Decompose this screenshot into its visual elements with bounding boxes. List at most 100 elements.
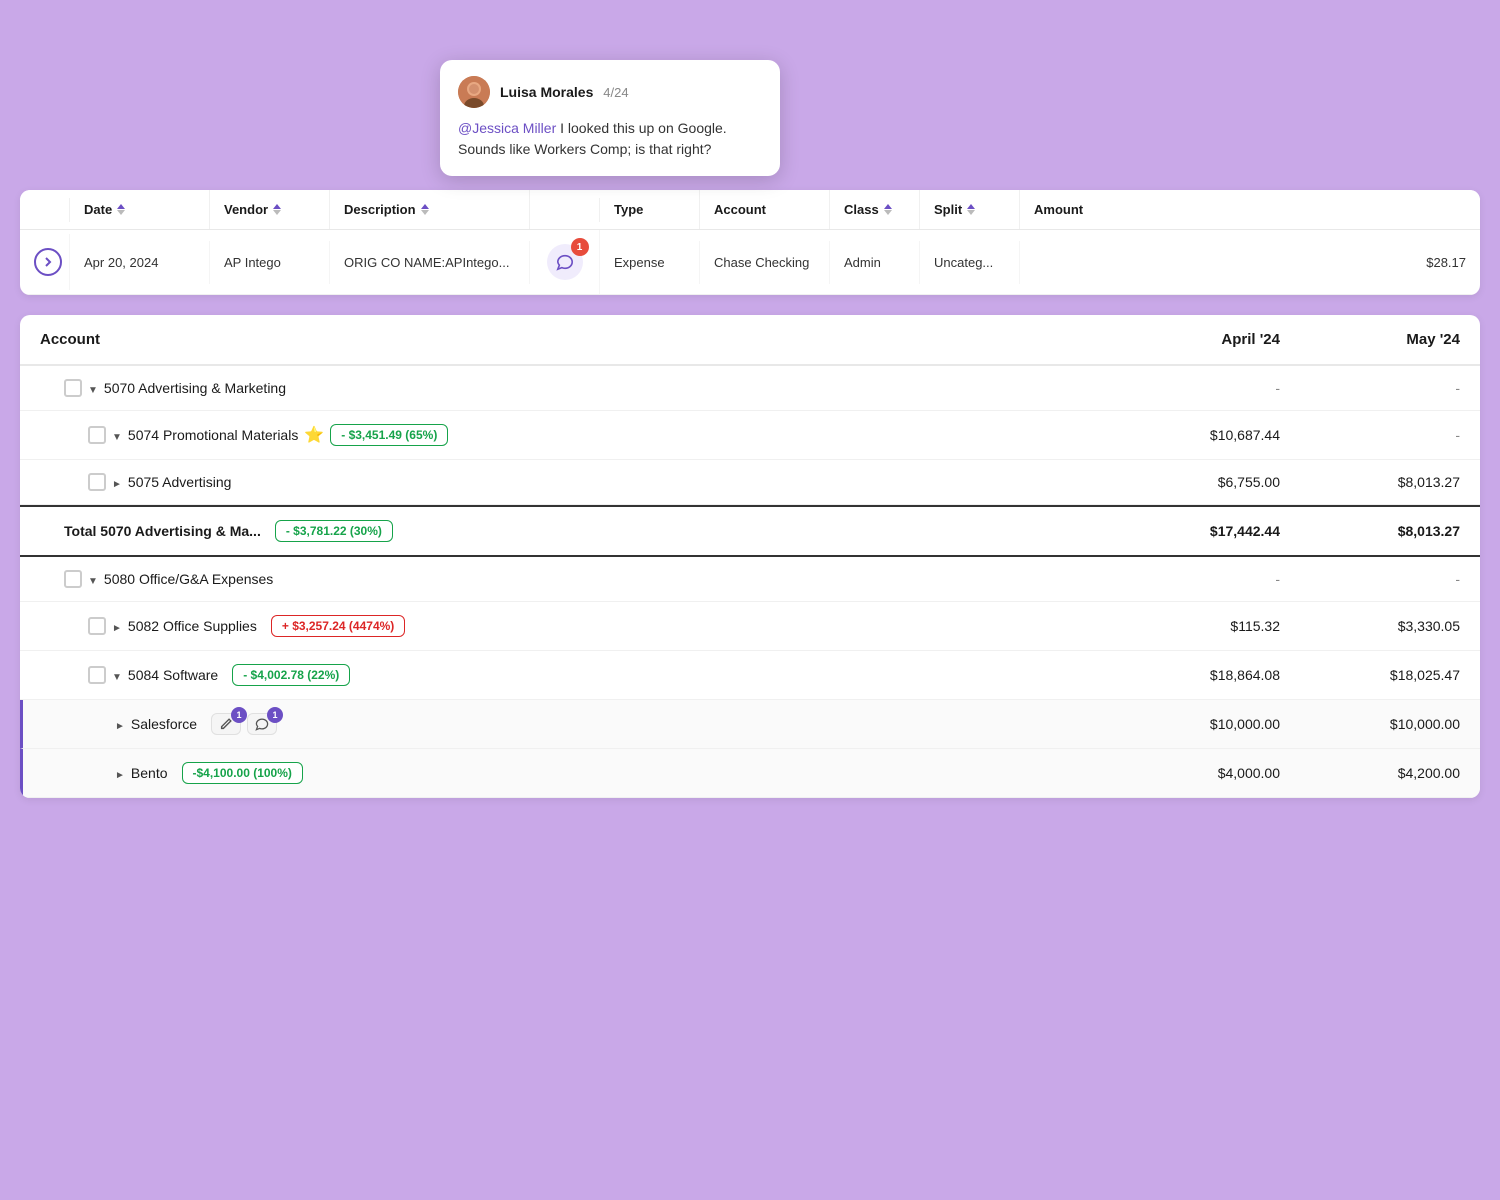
chevron-5080[interactable] — [88, 571, 98, 587]
transaction-table: Date Vendor Description Type Account Cla… — [20, 190, 1480, 295]
acct-may-5080: - — [1280, 571, 1460, 587]
chevron-5070[interactable] — [88, 380, 98, 396]
row-amount: $28.17 — [1020, 241, 1480, 284]
checkbox-5075[interactable] — [88, 473, 106, 491]
header-amount-label: Amount — [1034, 202, 1083, 217]
header-type: Type — [600, 190, 700, 229]
split-sort-icon[interactable] — [967, 204, 975, 215]
acct-may-5082: $3,330.05 — [1280, 618, 1460, 634]
comment-date: 4/24 — [603, 85, 628, 100]
expand-cell[interactable] — [20, 234, 70, 290]
header-date[interactable]: Date — [70, 190, 210, 229]
row-description: ORIG CO NAME:APIntego... — [330, 241, 530, 284]
row-vendor: AP Intego — [210, 241, 330, 284]
comment-popup: Luisa Morales 4/24 @Jessica Miller I loo… — [440, 60, 780, 176]
acct-may-5084: $18,025.47 — [1280, 667, 1460, 683]
acct-name-5075: 5075 Advertising — [128, 474, 232, 490]
chevron-bento[interactable] — [115, 765, 125, 781]
acct-label-5075: 5075 Advertising — [40, 473, 1100, 491]
comment-text: @Jessica Miller I looked this up on Goog… — [458, 118, 762, 160]
comment-author: Luisa Morales — [500, 84, 593, 100]
acct-header-april: April '24 — [1100, 331, 1280, 348]
chevron-salesforce[interactable] — [115, 716, 125, 732]
acct-name-salesforce: Salesforce — [131, 716, 197, 732]
acct-may-5074: - — [1280, 427, 1460, 443]
checkbox-5070[interactable] — [64, 379, 82, 397]
badge-total-5070: - $3,781.22 (30%) — [275, 520, 393, 542]
chat-button-salesforce[interactable]: 1 — [247, 713, 277, 735]
header-amount[interactable]: Amount — [1020, 190, 1480, 229]
acct-label-5084: 5084 Software - $4,002.78 (22%) — [40, 664, 1100, 686]
acct-april-salesforce: $10,000.00 — [1100, 716, 1280, 732]
acct-row-5074: 5074 Promotional Materials ⭐ - $3,451.49… — [20, 411, 1480, 460]
acct-name-5084: 5084 Software — [128, 667, 218, 683]
acct-label-5074: 5074 Promotional Materials ⭐ - $3,451.49… — [40, 424, 1100, 446]
acct-name-5082: 5082 Office Supplies — [128, 618, 257, 634]
header-split-label: Split — [934, 202, 962, 217]
acct-april-5080: - — [1100, 571, 1280, 587]
acct-name-5074: 5074 Promotional Materials — [128, 427, 298, 443]
acct-row-5082: 5082 Office Supplies + $3,257.24 (4474%)… — [20, 602, 1480, 651]
accounts-table: Account April '24 May '24 5070 Advertisi… — [20, 315, 1480, 798]
row-date: Apr 20, 2024 — [70, 241, 210, 284]
acct-april-bento: $4,000.00 — [1100, 765, 1280, 781]
checkbox-5082[interactable] — [88, 617, 106, 635]
acct-april-5082: $115.32 — [1100, 618, 1280, 634]
acct-row-bento: Bento -$4,100.00 (100%) $4,000.00 $4,200… — [20, 749, 1480, 798]
checkbox-5074[interactable] — [88, 426, 106, 444]
badge-5084: - $4,002.78 (22%) — [232, 664, 350, 686]
header-date-label: Date — [84, 202, 112, 217]
acct-row-5070: 5070 Advertising & Marketing - - — [20, 366, 1480, 411]
acct-may-bento: $4,200.00 — [1280, 765, 1460, 781]
chevron-5084[interactable] — [112, 667, 122, 683]
header-desc-label: Description — [344, 202, 416, 217]
acct-may-total-5070: $8,013.27 — [1280, 523, 1460, 539]
header-vendor[interactable]: Vendor — [210, 190, 330, 229]
acct-name-bento: Bento — [131, 765, 168, 781]
acct-may-5070: - — [1280, 380, 1460, 396]
chevron-5074[interactable] — [112, 427, 122, 443]
acct-april-5070: - — [1100, 380, 1280, 396]
salesforce-actions: 1 1 — [211, 713, 277, 735]
acct-row-total-5070: Total 5070 Advertising & Ma... - $3,781.… — [20, 505, 1480, 557]
header-class[interactable]: Class — [830, 190, 920, 229]
badge-5082: + $3,257.24 (4474%) — [271, 615, 405, 637]
row-class: Admin — [830, 241, 920, 284]
acct-row-5080: 5080 Office/G&A Expenses - - — [20, 557, 1480, 602]
header-account: Account — [700, 190, 830, 229]
header-class-label: Class — [844, 202, 879, 217]
acct-may-salesforce: $10,000.00 — [1280, 716, 1460, 732]
comment-mention: @Jessica Miller — [458, 120, 556, 136]
date-sort-icon[interactable] — [117, 204, 125, 215]
acct-label-5082: 5082 Office Supplies + $3,257.24 (4474%) — [40, 615, 1100, 637]
row-account: Chase Checking — [700, 241, 830, 284]
header-description[interactable]: Description — [330, 190, 530, 229]
acct-header-account: Account — [40, 331, 1100, 348]
row-type: Expense — [600, 241, 700, 284]
acct-row-salesforce: Salesforce 1 1 $10,000.00 $10,000.00 — [20, 700, 1480, 749]
acct-row-5084: 5084 Software - $4,002.78 (22%) $18,864.… — [20, 651, 1480, 700]
accounts-header-row: Account April '24 May '24 — [20, 315, 1480, 366]
acct-label-salesforce: Salesforce 1 1 — [43, 713, 1100, 735]
checkbox-5084[interactable] — [88, 666, 106, 684]
transaction-row: Apr 20, 2024 AP Intego ORIG CO NAME:APIn… — [20, 230, 1480, 295]
desc-sort-icon[interactable] — [421, 204, 429, 215]
header-split[interactable]: Split — [920, 190, 1020, 229]
expand-button[interactable] — [34, 248, 62, 276]
comment-header: Luisa Morales 4/24 — [458, 76, 762, 108]
chevron-5075[interactable] — [112, 474, 122, 490]
acct-april-5084: $18,864.08 — [1100, 667, 1280, 683]
row-split: Uncateg... — [920, 241, 1020, 284]
acct-total-label-5070: Total 5070 Advertising & Ma... — [64, 523, 261, 539]
checkbox-5080[interactable] — [64, 570, 82, 588]
row-chat-cell[interactable]: 1 — [530, 230, 600, 294]
acct-name-5070: 5070 Advertising & Marketing — [104, 380, 286, 396]
pencil-button-salesforce[interactable]: 1 — [211, 713, 241, 735]
chat-badge: 1 — [571, 238, 589, 256]
chat-button-wrap[interactable]: 1 — [547, 244, 583, 280]
class-sort-icon[interactable] — [884, 204, 892, 215]
vendor-sort-icon[interactable] — [273, 204, 281, 215]
acct-label-5080: 5080 Office/G&A Expenses — [40, 570, 1100, 588]
header-chat — [530, 198, 600, 222]
chevron-5082[interactable] — [112, 618, 122, 634]
